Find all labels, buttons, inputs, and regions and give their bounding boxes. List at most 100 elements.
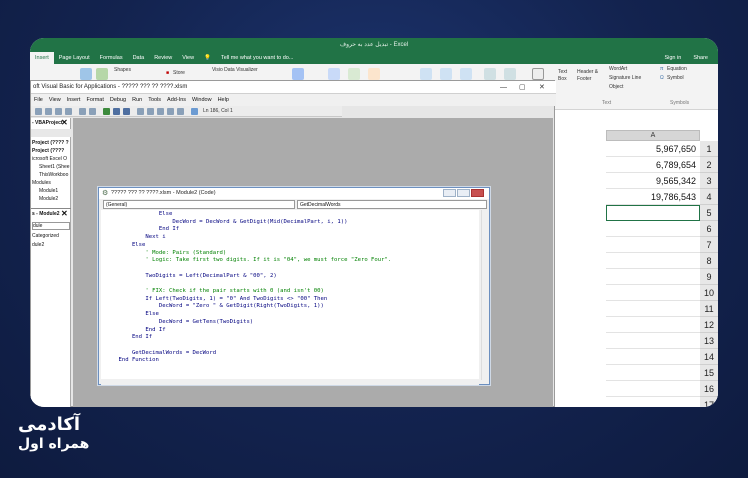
menu-run[interactable]: Run <box>129 97 145 103</box>
project-item[interactable]: icrosoft Excel O <box>32 156 67 162</box>
sign-in-link[interactable]: Sign in <box>659 52 686 64</box>
maximize-icon[interactable]: ▢ <box>519 81 526 94</box>
cell-a10[interactable] <box>606 285 700 301</box>
row-header[interactable]: 11 <box>700 301 718 317</box>
sparkline-column-icon[interactable] <box>440 68 452 80</box>
procedure-combo[interactable]: GetDecimalWords <box>297 200 487 209</box>
object-button[interactable]: Object <box>609 84 623 90</box>
pie-chart-icon[interactable] <box>368 68 380 80</box>
tab-insert[interactable]: Insert <box>30 52 54 64</box>
row-header[interactable]: 13 <box>700 333 718 349</box>
slicer-icon[interactable] <box>484 68 496 80</box>
row-header[interactable]: 8 <box>700 253 718 269</box>
cell-a9[interactable] <box>606 269 700 285</box>
menu-format[interactable]: Format <box>83 97 106 103</box>
object-browser-icon[interactable] <box>167 108 174 115</box>
save-icon[interactable] <box>35 108 42 115</box>
row-header[interactable]: 1 <box>700 141 718 157</box>
row-header[interactable]: 17 <box>700 397 718 407</box>
row-header[interactable]: 7 <box>700 237 718 253</box>
properties-tab-categorized[interactable]: Categorized <box>32 233 59 239</box>
code-restore-icon[interactable] <box>457 189 470 197</box>
close-project-icon[interactable]: ✕ <box>61 118 68 127</box>
code-editor[interactable]: Else DecWord = DecWord & GetDigit(Mid(De… <box>101 210 479 380</box>
signature-line-button[interactable]: Signature Line <box>609 75 641 81</box>
menu-insert[interactable]: Insert <box>64 97 84 103</box>
sparkline-winloss-icon[interactable] <box>460 68 472 80</box>
menu-tools[interactable]: Tools <box>145 97 164 103</box>
project-explorer-icon[interactable] <box>147 108 154 115</box>
project-item[interactable]: Sheet1 (Shee <box>39 164 70 170</box>
row-header[interactable]: 5 <box>700 205 718 221</box>
tab-page-layout[interactable]: Page Layout <box>54 52 95 64</box>
row-header[interactable]: 3 <box>700 173 718 189</box>
cell-a7[interactable] <box>606 237 700 253</box>
project-item[interactable]: ThisWorkboo <box>39 172 68 178</box>
line-chart-icon[interactable] <box>348 68 360 80</box>
close-icon[interactable]: ✕ <box>539 81 545 94</box>
cell-a6[interactable] <box>606 221 700 237</box>
tab-view[interactable]: View <box>177 52 199 64</box>
menu-add-ins[interactable]: Add-Ins <box>164 97 189 103</box>
design-mode-icon[interactable] <box>137 108 144 115</box>
row-header[interactable]: 10 <box>700 285 718 301</box>
cut-icon[interactable] <box>45 108 52 115</box>
project-item[interactable]: Module1 <box>39 188 58 194</box>
code-close-icon[interactable] <box>471 189 484 197</box>
shapes-button[interactable]: Shapes <box>114 67 131 73</box>
row-header[interactable]: 6 <box>700 221 718 237</box>
project-item[interactable]: Project (???? <box>32 148 64 154</box>
menu-help[interactable]: Help <box>215 97 232 103</box>
menu-view[interactable]: View <box>46 97 64 103</box>
row-header[interactable]: 16 <box>700 381 718 397</box>
picture-icon[interactable] <box>80 68 92 80</box>
reset-icon[interactable] <box>123 108 130 115</box>
sparkline-line-icon[interactable] <box>420 68 432 80</box>
store-button[interactable]: Store <box>173 70 185 76</box>
row-header[interactable]: 9 <box>700 269 718 285</box>
share-button[interactable]: Share <box>688 52 713 64</box>
tell-me-box[interactable]: Tell me what you want to do... <box>216 52 298 64</box>
wordart-button[interactable]: WordArt <box>609 66 627 72</box>
row-header[interactable]: 4 <box>700 189 718 205</box>
project-item[interactable]: Project (???? ? <box>32 140 69 146</box>
chart-icon[interactable] <box>96 68 108 80</box>
cell-a17[interactable] <box>606 397 700 407</box>
cell-a14[interactable] <box>606 349 700 365</box>
properties-combo[interactable]: dule <box>32 222 70 230</box>
cell-a12[interactable] <box>606 317 700 333</box>
close-properties-icon[interactable]: ✕ <box>61 209 68 218</box>
cell-a15[interactable] <box>606 365 700 381</box>
row-header[interactable]: 2 <box>700 157 718 173</box>
recommended-charts-icon[interactable] <box>292 68 304 80</box>
visio-button[interactable]: Visio Data Visualizer <box>212 67 258 73</box>
equation-button[interactable]: Equation <box>667 66 687 72</box>
copy-icon[interactable] <box>55 108 62 115</box>
cell-a5[interactable] <box>606 205 700 221</box>
symbol-button[interactable]: Symbol <box>667 75 684 81</box>
tab-data[interactable]: Data <box>128 52 150 64</box>
undo-icon[interactable] <box>79 108 86 115</box>
run-icon[interactable] <box>103 108 110 115</box>
row-header[interactable]: 14 <box>700 349 718 365</box>
menu-debug[interactable]: Debug <box>107 97 129 103</box>
project-item[interactable]: Module2 <box>39 196 58 202</box>
toolbox-icon[interactable] <box>177 108 184 115</box>
menu-file[interactable]: File <box>31 97 46 103</box>
cell-a8[interactable] <box>606 253 700 269</box>
column-header-a[interactable]: A <box>606 130 700 141</box>
cell-a3[interactable]: 9,565,342 <box>606 173 700 189</box>
timeline-icon[interactable] <box>504 68 516 80</box>
paste-icon[interactable] <box>65 108 72 115</box>
header-footer-button[interactable]: Header & Footer <box>577 69 603 83</box>
cell-a2[interactable]: 6,789,654 <box>606 157 700 173</box>
link-icon[interactable] <box>532 68 544 80</box>
text-box-button[interactable]: Text Box <box>558 69 576 83</box>
redo-icon[interactable] <box>89 108 96 115</box>
tab-review[interactable]: Review <box>149 52 177 64</box>
cell-a16[interactable] <box>606 381 700 397</box>
cell-a1[interactable]: 5,967,650 <box>606 141 700 157</box>
code-minimize-icon[interactable] <box>443 189 456 197</box>
object-combo[interactable]: (General) <box>103 200 295 209</box>
row-header[interactable]: 12 <box>700 317 718 333</box>
